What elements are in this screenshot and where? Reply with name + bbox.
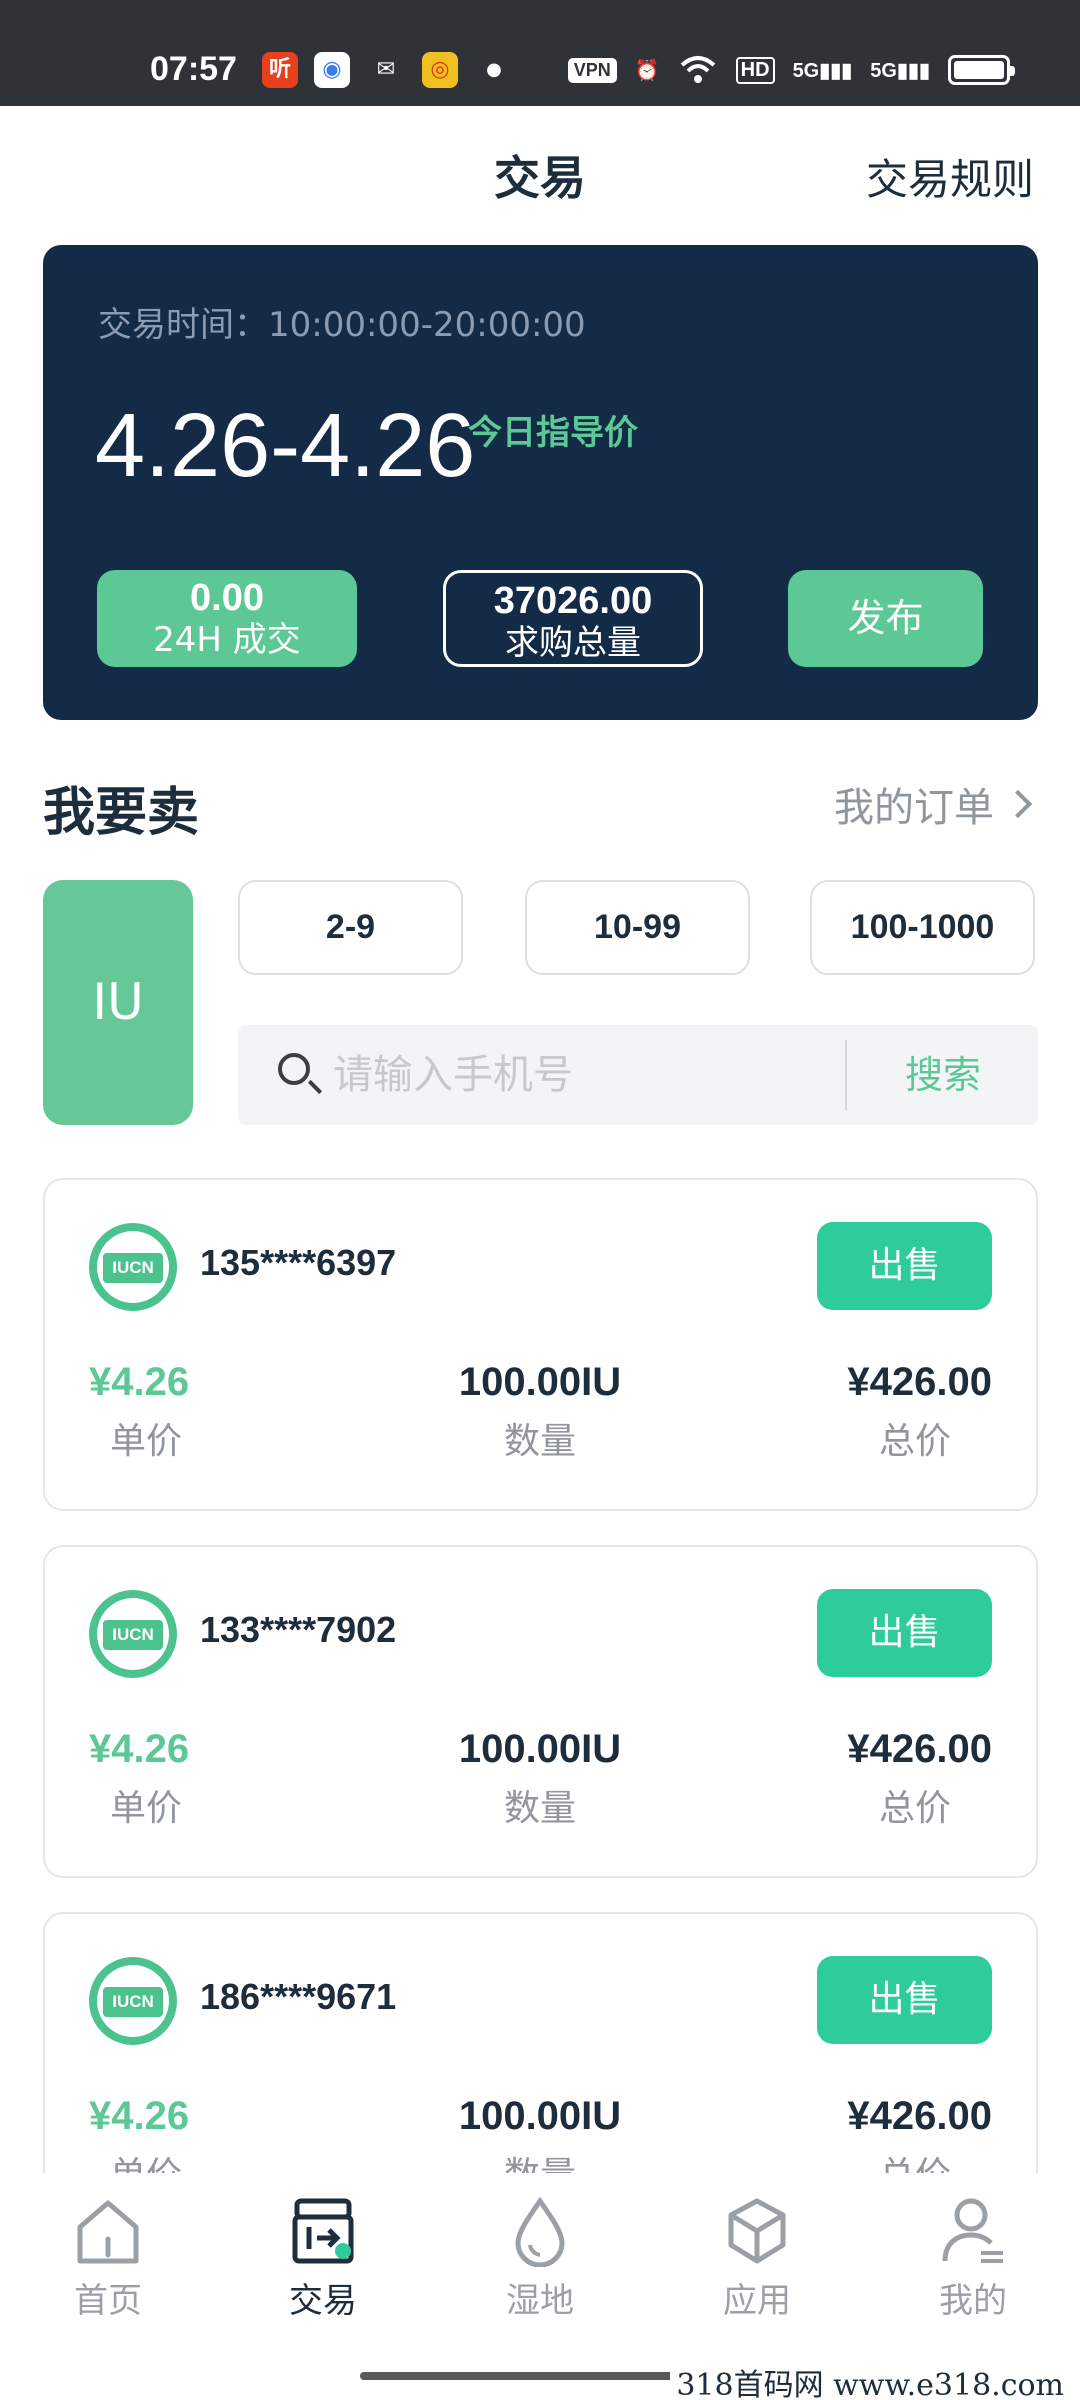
tab-home[interactable]: 首页: [28, 2195, 188, 2325]
demand-total-label: 求购总量: [505, 623, 641, 663]
total-price-value: ¥426.00: [847, 1360, 992, 1404]
demand-total-value: 37026.00: [493, 580, 653, 622]
tab-mine-label: 我的: [939, 2281, 1007, 2321]
volume-24h-label: 24H 成交: [153, 620, 301, 660]
weibo-icon: ◎: [422, 52, 458, 88]
tab-apps[interactable]: 应用: [677, 2195, 837, 2325]
tab-trade-label: 交易: [289, 2281, 357, 2321]
watermark: 318首码网 www.e318.com: [670, 2360, 1070, 2400]
battery-icon: [948, 55, 1015, 85]
signal-icon-2: 5G▮▮▮: [870, 59, 930, 82]
alarm-icon: ⏰: [634, 59, 660, 82]
my-orders-label: 我的订单: [834, 785, 994, 831]
baidu-app-icon: ◉: [314, 52, 350, 88]
demand-total-badge: 37026.00 求购总量: [443, 570, 703, 667]
search-button[interactable]: 搜索: [848, 1025, 1038, 1125]
range-filter-100-1000[interactable]: 100-1000: [810, 880, 1035, 975]
droplet-icon: [515, 2196, 565, 2267]
price-summary-card: 交易时间：10:00:00-20:00:00 4.26-4.26 今日指导价 0…: [43, 245, 1038, 720]
total-price-value: ¥426.00: [847, 1727, 992, 1771]
hd-icon: HD: [735, 56, 775, 84]
tab-home-label: 首页: [74, 2281, 142, 2321]
seller-phone: 135****6397: [200, 1242, 397, 1283]
tab-trade[interactable]: 交易: [243, 2195, 403, 2325]
iucn-logo-icon: IUCN: [89, 1957, 177, 2045]
tab-wetland[interactable]: 湿地: [460, 2195, 620, 2325]
tab-wetland-label: 湿地: [506, 2281, 574, 2321]
phone-search-input[interactable]: [333, 1045, 833, 1105]
status-time: 07:57: [150, 50, 237, 88]
tab-mine[interactable]: 我的: [893, 2195, 1053, 2325]
listen-app-icon: 听: [262, 52, 298, 88]
order-list[interactable]: IUCN 135****6397 出售 ¥4.26 100.00IU ¥426.…: [0, 1170, 1080, 2173]
status-icons: VPN ⏰ HD 5G▮▮▮ 5G▮▮▮: [567, 52, 1015, 88]
status-bar: 07:57 听 ◉ ✉ ◎ ● VPN ⏰ HD 5G▮▮▮ 5G▮▮▮: [0, 0, 1080, 106]
total-price-label: 总价: [878, 1421, 951, 1462]
sell-button[interactable]: 出售: [817, 1589, 992, 1677]
volume-24h-badge: 0.00 24H 成交: [97, 570, 357, 667]
total-price-label: 总价: [878, 1788, 951, 1829]
dot-icon: ●: [486, 59, 502, 80]
quantity-label: 数量: [245, 2146, 835, 2173]
unit-price-label: 单价: [110, 1788, 183, 1829]
trade-time: 交易时间：10:00:00-20:00:00: [98, 305, 586, 345]
user-icon: [942, 2198, 1003, 2263]
quantity-label: 数量: [503, 1421, 576, 1462]
order-card: IUCN 186****9671 出售 ¥4.26 100.00IU ¥426.…: [43, 1912, 1038, 2173]
seller-phone: 133****7902: [200, 1609, 397, 1650]
search-bar: 搜索: [238, 1025, 1038, 1125]
signal-icon: 5G▮▮▮: [792, 59, 853, 82]
quantity-value: 100.00IU: [458, 1360, 622, 1404]
iucn-logo-icon: IUCN: [89, 1223, 177, 1311]
my-orders-link[interactable]: 我的订单: [834, 775, 1033, 833]
range-filter-10-99[interactable]: 10-99: [525, 880, 750, 975]
seller-phone: 186****9671: [200, 1976, 397, 2017]
quantity-label: 数量: [503, 1788, 576, 1829]
unit-price-value: ¥4.26: [89, 1727, 190, 1771]
total-price-label: 总价: [879, 2146, 951, 2173]
unit-price-label: 单价: [110, 2146, 182, 2173]
iucn-logo-icon: IUCN: [89, 1590, 177, 1678]
unit-price-label: 单价: [110, 1421, 183, 1462]
home-indicator[interactable]: [360, 2372, 720, 2380]
range-filter-2-9[interactable]: 2-9: [238, 880, 463, 975]
total-price-value: ¥426.00: [847, 2094, 992, 2138]
wechat-icon: ✉: [376, 57, 396, 82]
trade-icon: [292, 2198, 354, 2264]
chevron-right-icon: [1003, 789, 1033, 819]
sell-button[interactable]: 出售: [817, 1956, 992, 2044]
unit-tab-iu[interactable]: IU: [43, 880, 193, 1125]
trade-rules-link[interactable]: 交易规则: [866, 146, 1034, 207]
cube-icon: [728, 2198, 786, 2264]
search-divider: [845, 1040, 847, 1110]
publish-button[interactable]: 发布: [788, 570, 983, 667]
price-range: 4.26-4.26: [95, 396, 476, 496]
sell-button[interactable]: 出售: [817, 1222, 992, 1310]
tab-apps-label: 应用: [723, 2281, 791, 2321]
order-card: IUCN 135****6397 出售 ¥4.26 100.00IU ¥426.…: [43, 1178, 1038, 1511]
guide-price-label: 今日指导价: [468, 413, 638, 453]
quantity-value: 100.00IU: [458, 2094, 622, 2138]
unit-price-value: ¥4.26: [89, 2094, 190, 2138]
wifi-icon: [680, 56, 715, 83]
volume-24h-value: 0.00: [190, 577, 264, 619]
quantity-value: 100.00IU: [458, 1727, 622, 1771]
sell-section-title: 我要卖: [43, 783, 200, 843]
vpn-badge: VPN: [567, 57, 617, 83]
search-icon: [278, 1053, 310, 1085]
home-icon: [77, 2200, 139, 2264]
order-card: IUCN 133****7902 出售 ¥4.26 100.00IU ¥426.…: [43, 1545, 1038, 1878]
unit-price-value: ¥4.26: [89, 1360, 190, 1404]
